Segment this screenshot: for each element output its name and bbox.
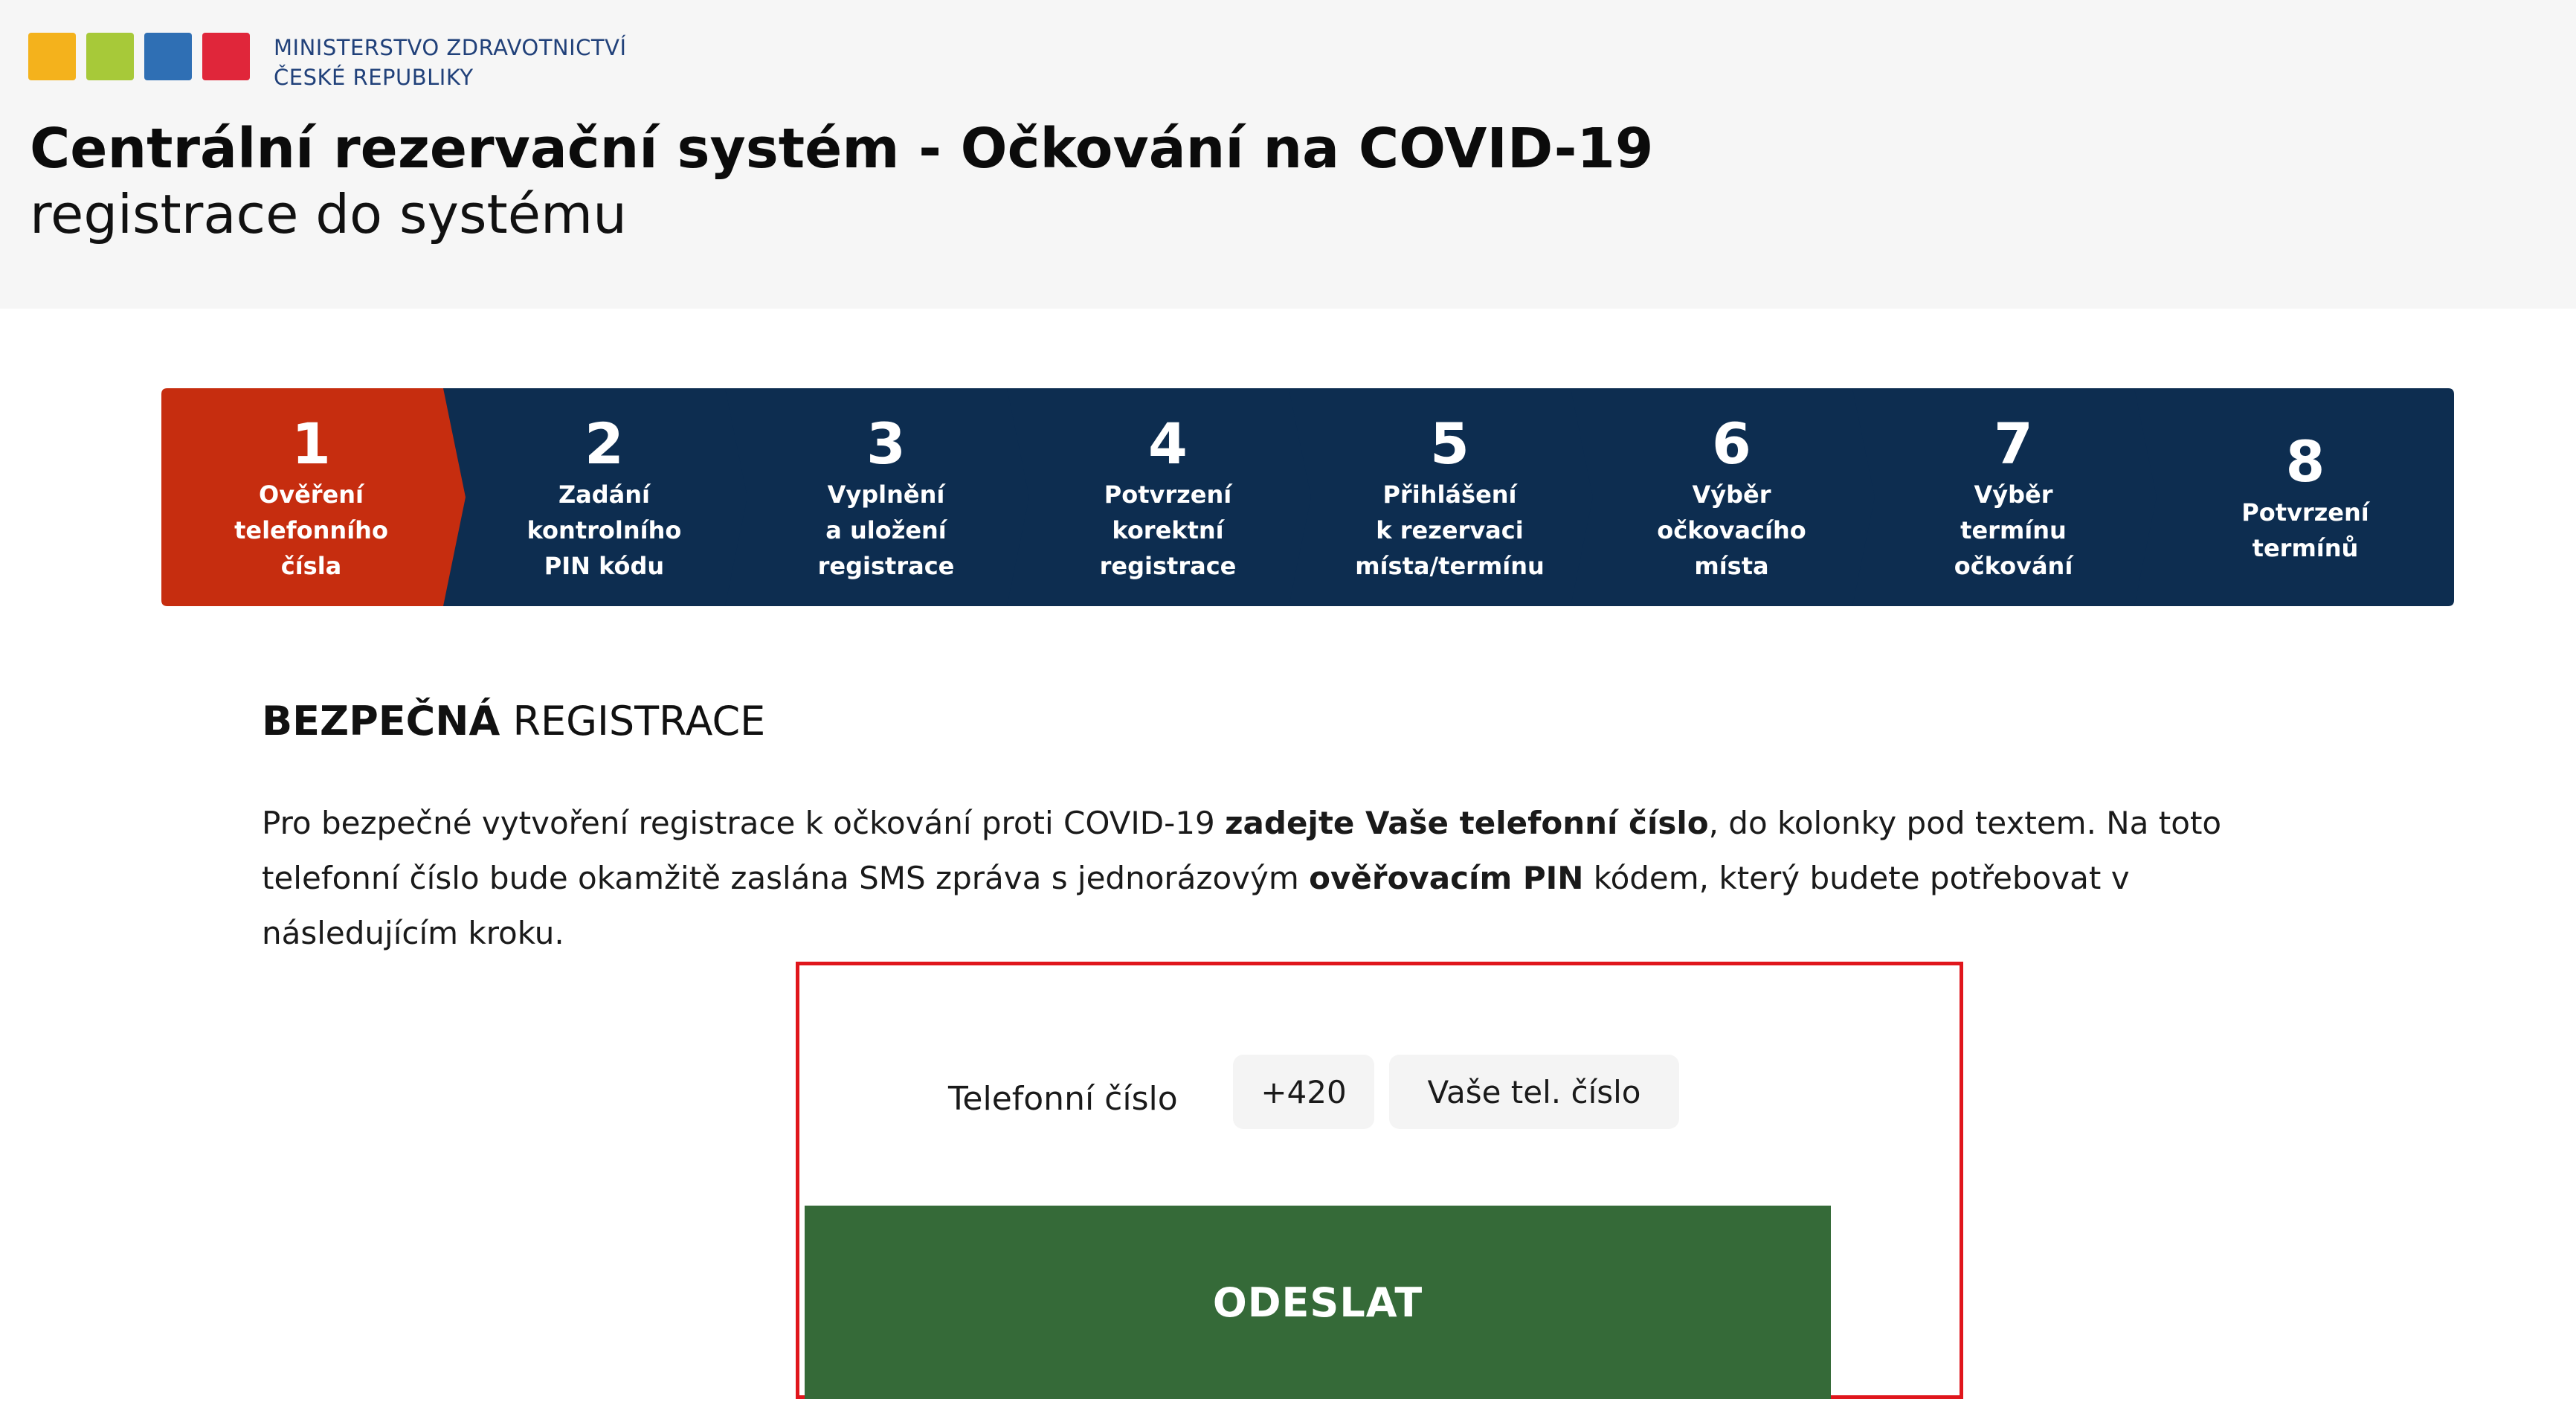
logo-tile-1-icon	[28, 33, 76, 80]
logo-tile-4-icon	[202, 33, 250, 80]
step-number: 4	[1148, 410, 1188, 477]
step-8-content: 8 Potvrzení termínů	[2157, 388, 2454, 606]
step-1-content: 1 Ověření telefonního čísla	[161, 388, 461, 606]
step-number: 8	[2285, 428, 2325, 495]
step-label: Výběr očkovacího místa	[1657, 480, 1806, 580]
ministry-logo[interactable]: MINISTERSTVO ZDRAVOTNICTVÍ ČESKÉ REPUBLI…	[28, 33, 627, 92]
section-title-bold: BEZPEČNÁ	[262, 698, 500, 744]
step-6: 6 Výběr očkovacího místa	[1571, 388, 1887, 606]
step-label: Potvrzení korektní registrace	[1099, 480, 1237, 580]
country-prefix-field[interactable]	[1233, 1055, 1374, 1129]
intro-text: Pro bezpečné vytvoření registrace k očko…	[262, 796, 2314, 961]
step-number: 2	[585, 410, 624, 477]
step-number: 6	[1712, 410, 1751, 477]
step-1: 1 Ověření telefonního čísla	[161, 388, 477, 606]
step-2: 2 Zadání kontrolního PIN kódu	[443, 388, 759, 606]
intro-bold-2: ověřovacím PIN	[1309, 860, 1584, 896]
section-title-rest: REGISTRACE	[500, 698, 766, 744]
step-number: 3	[866, 410, 906, 477]
step-label: Výběr termínu očkování	[1954, 480, 2073, 580]
logo-tile-2-icon	[86, 33, 134, 80]
section-title: BEZPEČNÁ REGISTRACE	[262, 692, 765, 751]
step-3-content: 3 Vyplnění a uložení registrace	[747, 388, 1025, 606]
step-4: 4 Potvrzení korektní registrace	[1007, 388, 1323, 606]
phone-label: Telefonní číslo	[948, 1080, 1178, 1118]
logo-icons	[28, 33, 250, 80]
step-7: 7 Výběr termínu očkování	[1852, 388, 2168, 606]
step-5: 5 Přihlášení k rezervaci místa/termínu	[1289, 388, 1605, 606]
step-6-content: 6 Výběr očkovacího místa	[1593, 388, 1870, 606]
step-number: 1	[292, 410, 331, 477]
step-label: Zadání kontrolního PIN kódu	[527, 480, 682, 580]
intro-bold-1: zadejte Vaše telefonní číslo	[1225, 805, 1709, 841]
step-7-content: 7 Výběr termínu očkování	[1875, 388, 2152, 606]
step-label: Přihlášení k rezervaci místa/termínu	[1355, 480, 1545, 580]
header: MINISTERSTVO ZDRAVOTNICTVÍ ČESKÉ REPUBLI…	[0, 0, 2576, 309]
ministry-line-2: ČESKÉ REPUBLIKY	[274, 65, 474, 90]
step-3: 3 Vyplnění a uložení registrace	[725, 388, 1041, 606]
page-subtitle: registrace do systému	[30, 183, 627, 245]
step-number: 7	[1994, 410, 2033, 477]
step-number: 5	[1430, 410, 1469, 477]
step-label: Vyplnění a uložení registrace	[817, 480, 955, 580]
registration-stepper: 1 Ověření telefonního čísla 2 Zadání kontro…	[161, 388, 2474, 606]
logo-tile-3-icon	[144, 33, 192, 80]
submit-button[interactable]: ODESLAT	[805, 1206, 1831, 1399]
step-label: Ověření telefonního čísla	[234, 480, 388, 580]
step-4-content: 4 Potvrzení korektní registrace	[1029, 388, 1307, 606]
page-title: Centrální rezervační systém - Očkování n…	[30, 117, 1654, 181]
phone-form: Telefonní číslo ODESLAT	[796, 962, 1963, 1399]
step-label: Potvrzení termínů	[2241, 498, 2369, 562]
ministry-name: MINISTERSTVO ZDRAVOTNICTVÍ ČESKÉ REPUBLI…	[274, 33, 627, 92]
page: MINISTERSTVO ZDRAVOTNICTVÍ ČESKÉ REPUBLI…	[0, 0, 2576, 1428]
step-8: 8 Potvrzení termínů	[2134, 388, 2454, 606]
step-5-content: 5 Přihlášení k rezervaci místa/termínu	[1311, 388, 1588, 606]
phone-number-input[interactable]	[1389, 1055, 1679, 1129]
step-2-content: 2 Zadání kontrolního PIN kódu	[466, 388, 743, 606]
ministry-line-1: MINISTERSTVO ZDRAVOTNICTVÍ	[274, 35, 627, 60]
intro-part-1: Pro bezpečné vytvoření registrace k očko…	[262, 805, 1226, 841]
